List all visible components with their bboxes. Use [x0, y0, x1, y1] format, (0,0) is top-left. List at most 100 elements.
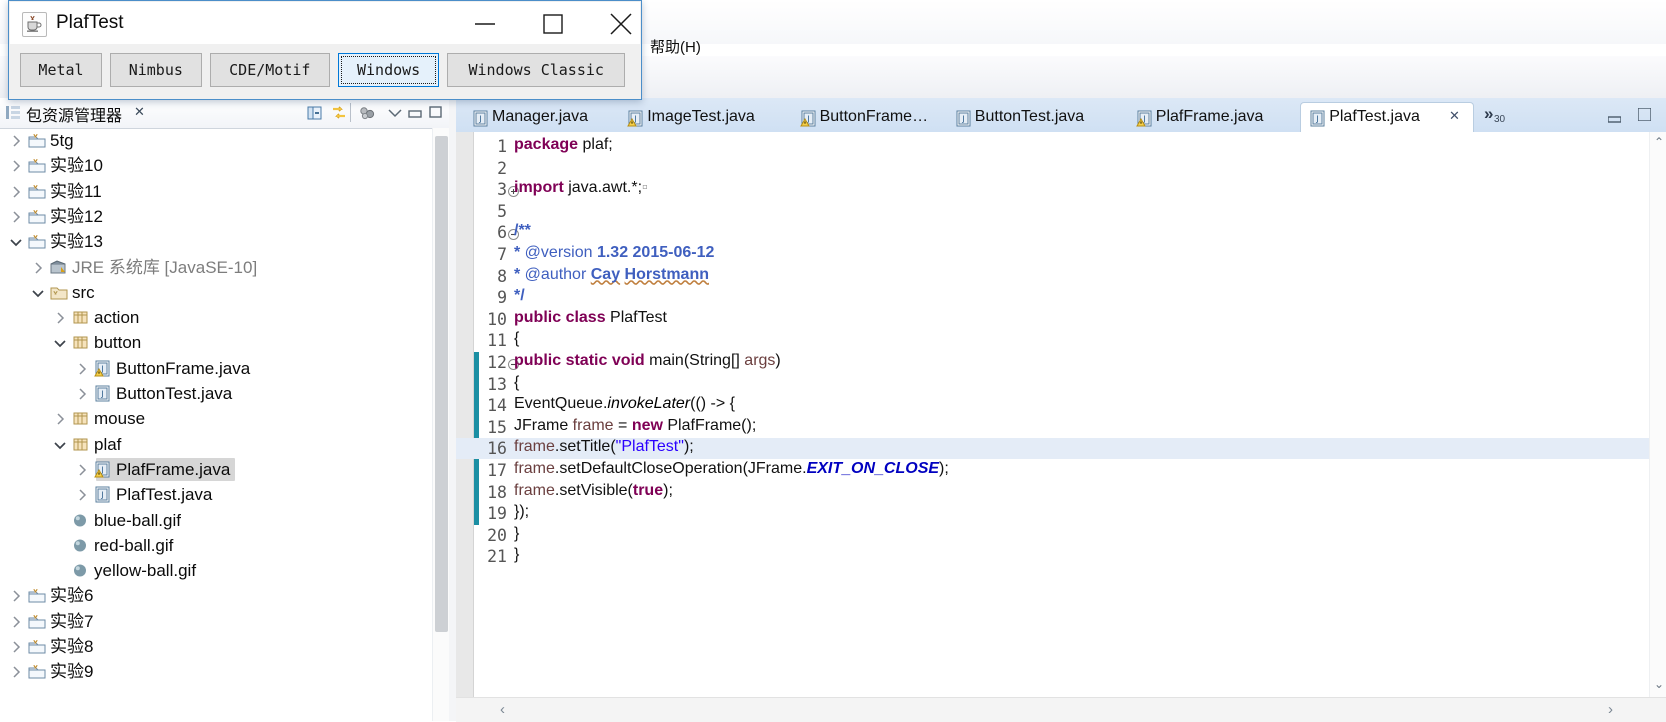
maximize-icon[interactable]: [1637, 107, 1652, 122]
tree-twisty-collapsed-icon[interactable]: [54, 311, 66, 324]
close-button[interactable]: [587, 3, 655, 45]
tree-item[interactable]: JRE 系统库 [JavaSE-10]: [0, 255, 432, 280]
editor-horizontal-scrollbar[interactable]: ‹ ›: [456, 697, 1666, 722]
tree-item[interactable]: 实验13: [0, 229, 432, 254]
tree-twisty-collapsed-icon[interactable]: [10, 210, 22, 223]
code-line[interactable]: [456, 330, 1649, 351]
tree-twisty-collapsed-icon[interactable]: [10, 665, 22, 678]
tree-item[interactable]: 实验6: [0, 583, 432, 608]
tree-item[interactable]: J ButtonTest.java: [0, 381, 432, 406]
close-icon[interactable]: ✕: [1449, 108, 1460, 124]
chevron-down-icon[interactable]: [386, 106, 404, 124]
tree-item[interactable]: J ButtonFrame.java: [0, 356, 432, 381]
code-text-area[interactable]: 1 package plaf; 2 3 import java.awt.*;▫ 5 6 /**…: [456, 132, 1649, 697]
scroll-up-arrow-icon[interactable]: ⌃: [1654, 135, 1664, 149]
tree-item[interactable]: action: [0, 305, 432, 330]
tree-twisty-collapsed-icon[interactable]: [76, 387, 88, 400]
minimize-icon[interactable]: [1607, 110, 1622, 123]
package-explorer-vertical-scrollbar[interactable]: [432, 128, 450, 721]
plaf-button-nimbus[interactable]: Nimbus: [110, 53, 202, 87]
tree-twisty-collapsed-icon[interactable]: [10, 159, 22, 172]
tree-item[interactable]: 5tg: [0, 128, 432, 153]
line-number: 2: [497, 158, 507, 178]
tree-twisty-collapsed-icon[interactable]: [10, 185, 22, 198]
tree-item-label: 实验8: [50, 637, 94, 656]
editor-tab-label: PlafTest.java: [1329, 108, 1420, 125]
tree-item[interactable]: yellow-ball.gif: [0, 558, 432, 583]
editor-tab-manager-java[interactable]: J Manager.java: [464, 103, 611, 132]
collapse-all-icon[interactable]: [306, 104, 324, 122]
tree-item[interactable]: 实验8: [0, 634, 432, 659]
editor-tab-plafframe-java[interactable]: J PlafFrame.java: [1128, 103, 1292, 132]
tree-twisty-collapsed-icon[interactable]: [10, 615, 22, 628]
tree-twisty-collapsed-icon[interactable]: [76, 362, 88, 375]
code-line[interactable]: [456, 158, 1649, 179]
editor-vertical-scrollbar[interactable]: ⌃ ⌄: [1649, 132, 1666, 697]
tree-twisty-collapsed-icon[interactable]: [76, 463, 88, 476]
view-sash[interactable]: [449, 98, 456, 721]
tree-twisty-collapsed-icon[interactable]: [10, 640, 22, 653]
tree-item[interactable]: 实验10: [0, 153, 432, 178]
tree-item[interactable]: 实验7: [0, 609, 432, 634]
tree-twisty-expanded-icon[interactable]: [54, 438, 66, 450]
tree-item[interactable]: mouse: [0, 406, 432, 431]
tree-twisty-collapsed-icon[interactable]: [32, 261, 44, 274]
tree-item[interactable]: J PlafTest.java: [0, 482, 432, 507]
tree-item-label: mouse: [94, 409, 146, 429]
tree-item[interactable]: J PlafFrame.java: [0, 457, 432, 482]
maximize-icon[interactable]: [428, 105, 446, 123]
tree-item[interactable]: red-ball.gif: [0, 533, 432, 558]
tree-twisty-expanded-icon[interactable]: [10, 235, 22, 247]
code-line[interactable]: [456, 525, 1649, 546]
code-line[interactable]: [456, 201, 1649, 222]
code-line[interactable]: [456, 503, 1649, 524]
project-tree[interactable]: 5tg 实验10 实验11 实验12 实验13 JRE 系统库 [JavaSE-10] sr…: [0, 128, 432, 721]
code-line[interactable]: [456, 287, 1649, 308]
tree-twisty-collapsed-icon[interactable]: [54, 412, 66, 425]
tree-twisty-collapsed-icon[interactable]: [10, 134, 22, 147]
scroll-right-arrow-icon[interactable]: ›: [1608, 701, 1613, 718]
menu-item-help[interactable]: 帮助(H): [650, 36, 701, 57]
plaftest-window[interactable]: PlafTest Metal Nimbus CDE/Motif Windows Wind…: [8, 0, 642, 100]
minimize-icon[interactable]: [406, 107, 424, 125]
plaftest-titlebar[interactable]: PlafTest: [10, 2, 640, 44]
code-line[interactable]: [456, 546, 1649, 567]
package-explorer-view: 包资源管理器 ✕ 5tg 实验10 实验11 实验12 实验13 JRE 系统库 [J: [0, 98, 456, 721]
editor-tab-buttontest-java[interactable]: J ButtonTest.java: [947, 103, 1120, 132]
plaf-button-windows-classic[interactable]: Windows Classic: [447, 53, 626, 87]
plaf-button-windows[interactable]: Windows: [338, 53, 440, 87]
tree-twisty-expanded-icon[interactable]: [32, 286, 44, 298]
tree-twisty-expanded-icon[interactable]: [54, 336, 66, 348]
tree-item[interactable]: plaf: [0, 432, 432, 457]
plaftest-title: PlafTest: [56, 12, 124, 33]
view-menu-icon[interactable]: [358, 104, 376, 122]
code-line-text: }: [514, 546, 520, 564]
scroll-left-arrow-icon[interactable]: ‹: [500, 701, 505, 718]
tree-item-label: 实验10: [50, 156, 103, 176]
tree-twisty-collapsed-icon[interactable]: [10, 589, 22, 602]
tab-overflow-icon[interactable]: »: [1484, 104, 1493, 124]
tree-item[interactable]: button: [0, 330, 432, 355]
link-with-editor-icon[interactable]: [330, 104, 348, 122]
editor-tab-plaftest-java[interactable]: J PlafTest.java ✕: [1300, 102, 1474, 133]
tree-item-label: 实验13: [50, 232, 103, 252]
line-number: 21: [487, 547, 507, 567]
code-line[interactable]: [456, 136, 1649, 157]
tree-item[interactable]: src: [0, 280, 432, 305]
plaf-button-metal[interactable]: Metal: [20, 53, 102, 87]
plaf-button-cde-motif[interactable]: CDE/Motif: [209, 53, 330, 87]
tree-item[interactable]: 实验9: [0, 659, 432, 684]
code-line[interactable]: [456, 374, 1649, 395]
editor-tab-imagetest-java[interactable]: J ImageTest.java: [619, 103, 783, 132]
code-line[interactable]: [456, 222, 1649, 243]
tree-twisty-collapsed-icon[interactable]: [76, 488, 88, 501]
tree-item[interactable]: 实验12: [0, 204, 432, 229]
minimize-button[interactable]: [451, 3, 519, 45]
scrollbar-thumb[interactable]: [435, 136, 448, 632]
tree-item[interactable]: 实验11: [0, 179, 432, 204]
tree-item[interactable]: blue-ball.gif: [0, 508, 432, 533]
scroll-down-arrow-icon[interactable]: ⌄: [1654, 677, 1664, 691]
close-icon[interactable]: ✕: [134, 104, 145, 120]
maximize-button[interactable]: [519, 3, 587, 45]
editor-tab-buttonframe[interactable]: J ButtonFrame…: [792, 103, 939, 132]
